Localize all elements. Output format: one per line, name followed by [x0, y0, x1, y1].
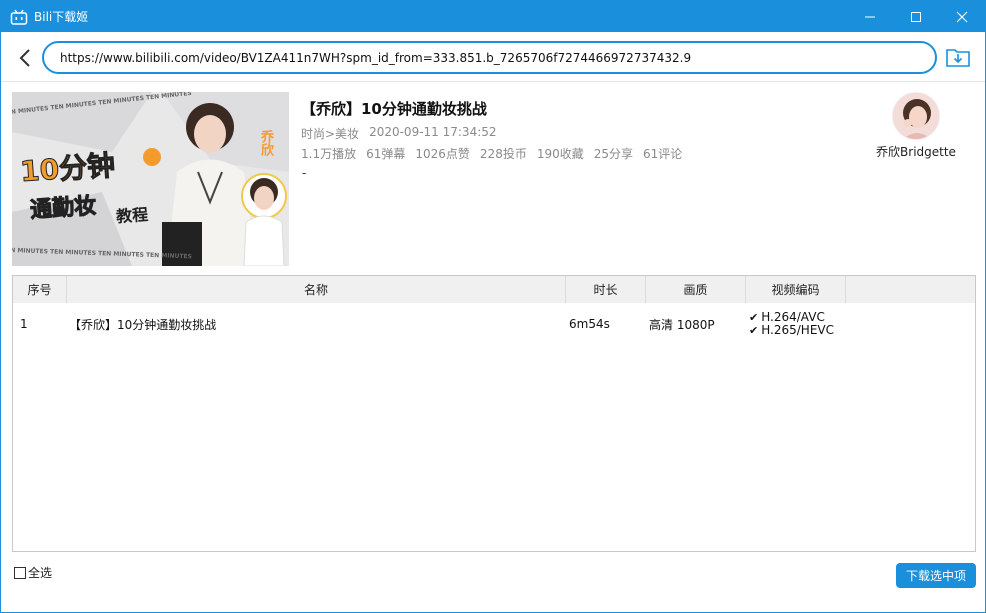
video-description: -	[302, 166, 307, 180]
codec-option[interactable]: ✔ H.265/HEVC	[749, 323, 834, 338]
download-folder-button[interactable]	[945, 45, 971, 69]
table-row[interactable]: 1 【乔欣】10分钟通勤妆挑战 6m54s 高清 1080P ✔ H.264/A…	[13, 308, 975, 340]
thumbnail-text-2: 通勤妆	[29, 193, 98, 224]
stat-comments: 61评论	[643, 147, 683, 161]
select-all-checkbox[interactable]: 全选	[14, 564, 52, 581]
download-selected-button[interactable]: 下载选中项	[896, 563, 976, 588]
video-stats: 1.1万播放 61弹幕 1026点赞 228投币 190收藏 25分享 61评论	[301, 145, 682, 162]
header-index[interactable]: 序号	[13, 276, 67, 303]
checkbox-box[interactable]	[14, 566, 26, 579]
download-folder-icon	[946, 49, 970, 67]
maximize-icon	[911, 11, 921, 22]
table-header: 序号 名称 时长 画质 视频编码	[13, 276, 975, 303]
header-quality[interactable]: 画质	[646, 276, 746, 303]
minimize-icon	[865, 16, 875, 17]
stat-coins: 228投币	[479, 147, 527, 161]
video-title: 【乔欣】10分钟通勤妆挑战	[301, 100, 487, 118]
divider	[1, 81, 985, 82]
back-button[interactable]	[15, 45, 35, 71]
episode-table: 序号 名称 时长 画质 视频编码 1 【乔欣】10分钟通勤妆挑战 6m54s 高…	[12, 275, 976, 552]
video-category: 时尚>美妆	[301, 127, 360, 141]
codec-label: H.265/HEVC	[761, 323, 834, 337]
check-icon: ✔	[749, 324, 759, 337]
row-name: 【乔欣】10分钟通勤妆挑战	[69, 317, 217, 332]
stat-danmaku: 61弹幕	[366, 147, 406, 161]
thumbnail-text-1: 10分钟	[19, 148, 117, 189]
row-index: 1	[20, 317, 28, 331]
check-icon: ✔	[749, 311, 759, 324]
select-all-label: 全选	[28, 566, 53, 580]
thumbnail-side-text: 乔欣	[258, 130, 273, 156]
header-duration[interactable]: 时长	[566, 276, 646, 303]
row-duration: 6m54s	[569, 317, 610, 331]
app-tv-icon	[10, 9, 28, 25]
uploader-name[interactable]: 乔欣Bridgette	[869, 143, 963, 160]
url-input[interactable]	[42, 41, 937, 74]
video-meta: 时尚>美妆 2020-09-11 17:34:52	[301, 125, 497, 142]
title-bar: Bili下载姬	[1, 1, 985, 32]
stat-shares: 25分享	[593, 147, 634, 161]
row-quality[interactable]: 高清 1080P	[646, 308, 746, 340]
video-thumbnail: TEN MINUTES TEN MINUTES TEN MINUTES TEN …	[12, 92, 289, 266]
stat-views: 1.1万播放	[301, 147, 357, 161]
row-codecs: ✔ H.264/AVC ✔ H.265/HEVC	[746, 308, 846, 340]
window-title: Bili下载姬	[34, 10, 89, 24]
header-name[interactable]: 名称	[67, 276, 566, 303]
minimize-button[interactable]	[847, 1, 893, 32]
thumbnail-text-3: 教程	[115, 204, 149, 227]
close-button[interactable]	[939, 1, 985, 32]
maximize-button[interactable]	[893, 1, 939, 32]
close-icon	[956, 11, 968, 22]
header-codec[interactable]: 视频编码	[746, 276, 846, 303]
stat-likes: 1026点赞	[415, 147, 470, 161]
stat-favorites: 190收藏	[536, 147, 584, 161]
back-arrow-icon	[19, 49, 30, 67]
avatar[interactable]	[892, 92, 940, 140]
video-date: 2020-09-11 17:34:52	[369, 125, 497, 139]
